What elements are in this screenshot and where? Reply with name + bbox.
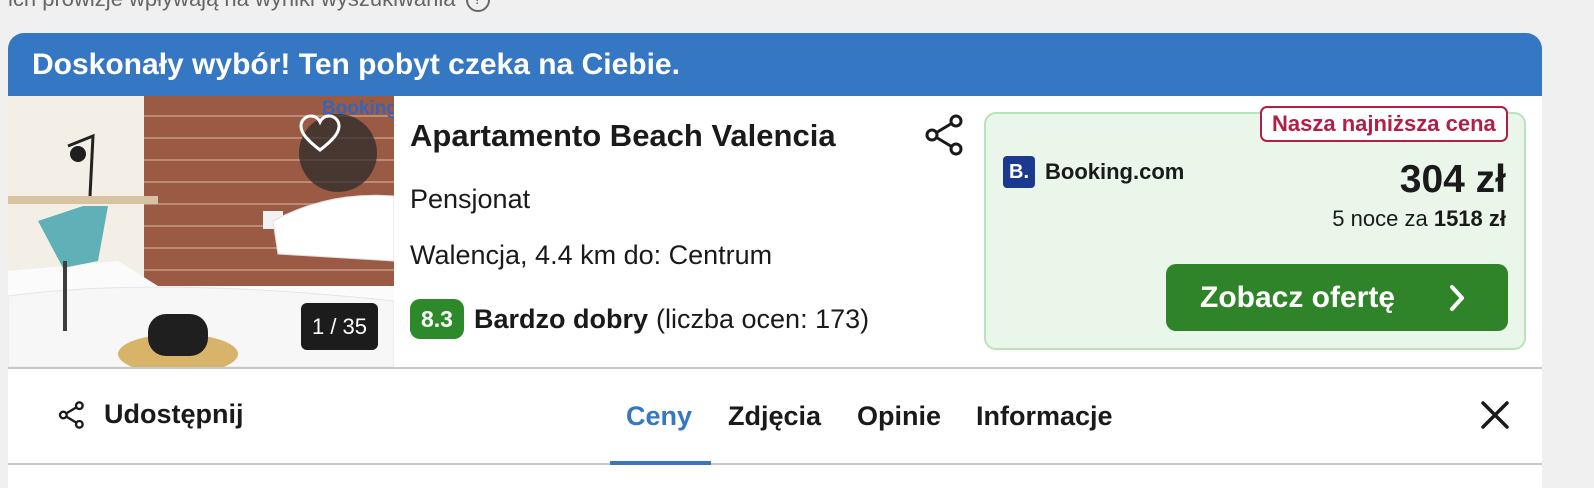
lowest-price-badge: Nasza najniższa cena (1260, 106, 1508, 142)
tab-prices[interactable]: Ceny (626, 401, 692, 432)
card-tabs: Udostępnij Ceny Zdjęcia Opinie Informacj… (8, 367, 1542, 465)
active-tab-indicator (610, 461, 711, 465)
share-icon[interactable] (924, 114, 966, 156)
booking-logo-icon: B. (1003, 156, 1035, 188)
score-badge: 8.3 (410, 299, 464, 339)
offer-box[interactable]: B. Booking.com 304 zł 5 noce za 1518 zł … (984, 112, 1526, 350)
hotel-type: Pensjonat (410, 184, 531, 214)
info-icon[interactable]: ? (465, 0, 490, 13)
share-icon-glyph (925, 114, 963, 156)
close-button[interactable] (1477, 397, 1513, 433)
tab-photos[interactable]: Zdjęcia (728, 401, 821, 432)
close-icon (1481, 401, 1509, 429)
search-ranking-hint: ich prowizje wpływają na wyniki wyszukiw… (8, 0, 490, 13)
share-button[interactable]: Udostępnij (58, 399, 244, 430)
price-per-night: 304 zł (1399, 158, 1506, 201)
hotel-location[interactable]: Walencja, 4.4 km do: Centrum (410, 240, 772, 271)
review-count: (liczba ocen: 173) (656, 303, 870, 334)
view-offer-button[interactable]: Zobacz ofertę (1166, 264, 1508, 331)
rating-word: Bardzo dobry (473, 303, 648, 334)
highlight-banner: Doskonały wybór! Ten pobyt czeka na Cieb… (8, 33, 1542, 96)
provider-name: Booking.com (1045, 159, 1185, 184)
hotel-result-card[interactable]: Doskonały wybór! Ten pobyt czeka na Cieb… (8, 33, 1542, 488)
favorite-button[interactable] (299, 114, 377, 192)
chevron-right-icon (1450, 285, 1464, 311)
hint-text: ich prowizje wpływają na wyniki wyszukiw… (8, 0, 456, 11)
view-offer-label: Zobacz ofertę (1200, 280, 1396, 314)
heart-icon (299, 114, 341, 152)
card-main-row: Booking 1 / 35 Apartamento Beach Valenci… (8, 96, 1542, 367)
total-amount: 1518 zł (1433, 206, 1506, 231)
hotel-info: Apartamento Beach Valencia Pensjonat Wal… (410, 96, 970, 367)
provider: B. Booking.com (1003, 156, 1184, 188)
share-icon (58, 400, 84, 429)
share-label: Udostępnij (104, 399, 244, 429)
tab-reviews[interactable]: Opinie (857, 401, 941, 432)
total-prefix: 5 noce za (1332, 206, 1428, 231)
total-price: 5 noce za 1518 zł (1332, 206, 1506, 232)
tab-info[interactable]: Informacje (976, 401, 1113, 432)
hotel-photo[interactable]: Booking 1 / 35 (8, 96, 394, 367)
hotel-name[interactable]: Apartamento Beach Valencia (410, 118, 836, 154)
rating[interactable]: 8.3 Bardzo dobry (liczba ocen: 173) (410, 299, 869, 339)
photo-counter: 1 / 35 (301, 303, 378, 350)
